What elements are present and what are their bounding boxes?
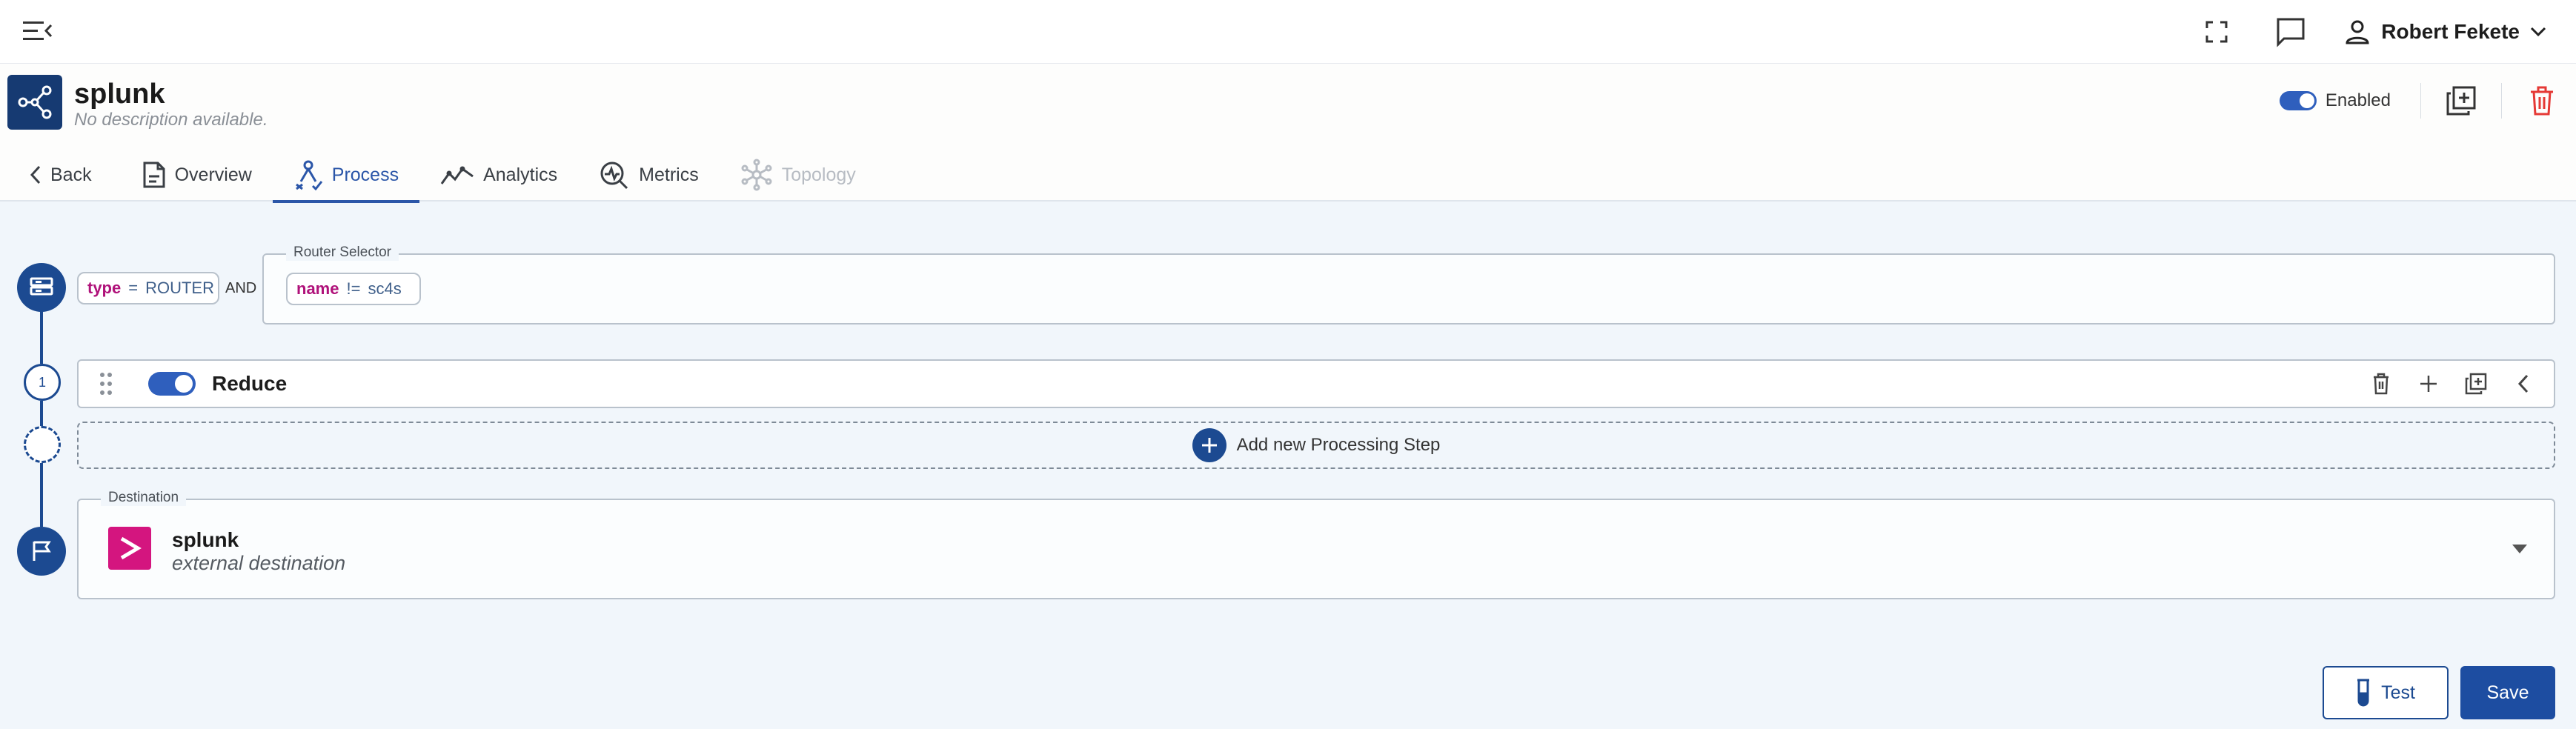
user-name: Robert Fekete [2381, 20, 2520, 43]
pipeline-header: splunk No description available. Enabled… [0, 64, 2576, 203]
step-number: 1 [24, 364, 61, 401]
chip-key: type [87, 279, 122, 297]
destination-field[interactable]: Destination splunk external destination [77, 490, 2555, 599]
save-label: Save [2486, 682, 2529, 703]
expand-chevron-icon[interactable] [2506, 367, 2540, 401]
add-icon[interactable] [2411, 367, 2446, 401]
header-actions: Enabled [2279, 64, 2576, 138]
router-selector-chip[interactable]: name != sc4s [286, 273, 421, 305]
divider [2420, 83, 2421, 119]
timeline-connector [40, 463, 43, 527]
topology-icon [741, 159, 772, 191]
process-icon [295, 160, 322, 190]
top-right-toolbar: Robert Fekete [2194, 0, 2576, 64]
chat-icon[interactable] [2268, 10, 2313, 54]
destination-flag-icon [17, 527, 66, 576]
chip-value: sc4s [368, 279, 402, 298]
menu-collapse-icon[interactable] [22, 16, 53, 46]
enabled-toggle[interactable]: Enabled [2279, 90, 2391, 111]
chip-value: ROUTER [145, 279, 214, 297]
destination-legend: Destination [101, 490, 187, 506]
timeline-connector [40, 401, 43, 426]
chip-operator: != [346, 279, 361, 298]
tab-label: Back [50, 164, 92, 185]
splunk-logo-icon [108, 527, 151, 570]
tab-label: Metrics [639, 164, 699, 185]
step-actions [2364, 367, 2554, 401]
test-button[interactable]: Test [2323, 666, 2449, 719]
and-label: AND [225, 280, 257, 296]
pipeline-title: splunk [74, 79, 165, 110]
chevron-left-icon [30, 165, 41, 184]
processing-step: Reduce [77, 359, 2555, 408]
enabled-switch[interactable] [2279, 91, 2317, 110]
user-menu[interactable]: Robert Fekete [2344, 19, 2576, 45]
analytics-icon [440, 166, 474, 184]
tab-label: Process [331, 164, 399, 185]
trash-icon[interactable] [2364, 367, 2398, 401]
user-icon [2346, 20, 2369, 44]
tab-back[interactable]: Back [0, 148, 122, 202]
add-step-label: Add new Processing Step [1236, 435, 1441, 455]
tab-label: Topology [781, 164, 856, 185]
tab-overview[interactable]: Overview [122, 148, 273, 202]
tab-label: Overview [174, 164, 252, 185]
tab-label: Analytics [483, 164, 558, 185]
chip-operator: = [128, 279, 139, 297]
tab-analytics[interactable]: Analytics [419, 148, 578, 202]
divider [2501, 83, 2502, 119]
document-icon [143, 162, 165, 188]
drag-handle-icon[interactable] [95, 369, 117, 399]
timeline-connector [40, 311, 43, 364]
add-processing-step-button[interactable]: Add new Processing Step [77, 422, 2555, 469]
fullscreen-icon[interactable] [2194, 10, 2239, 54]
pipeline-logo-icon [7, 75, 62, 130]
router-selector: Router Selector name != sc4s [262, 244, 2555, 324]
metrics-icon [600, 162, 628, 190]
source-node-icon [17, 263, 66, 312]
source-filter-chip[interactable]: type = ROUTER [77, 272, 219, 304]
save-button[interactable]: Save [2460, 666, 2555, 719]
plus-circle-icon [1192, 428, 1226, 462]
step-name: Reduce [212, 372, 288, 395]
tab-metrics[interactable]: Metrics [578, 148, 720, 202]
router-selector-legend: Router Selector [286, 244, 399, 261]
destination-subtitle: external destination [172, 552, 346, 574]
tab-process[interactable]: Process [272, 148, 420, 203]
clone-pipeline-icon[interactable] [2439, 79, 2483, 123]
delete-pipeline-icon[interactable] [2520, 79, 2564, 123]
new-step-node [24, 426, 61, 463]
top-bar: Robert Fekete [0, 0, 2576, 64]
tab-topology: Topology [720, 148, 877, 202]
destination-name: splunk [172, 528, 239, 551]
test-tube-icon [2357, 679, 2370, 707]
dropdown-caret-icon[interactable] [2506, 536, 2533, 562]
duplicate-icon[interactable] [2459, 367, 2493, 401]
pipeline-tabs: Back Overview Process Analytics Metrics … [0, 148, 877, 203]
enabled-label: Enabled [2325, 90, 2391, 110]
test-label: Test [2381, 682, 2415, 703]
chevron-down-icon [2530, 27, 2546, 37]
chip-key: name [296, 279, 339, 298]
step-enabled-switch[interactable] [148, 372, 196, 396]
pipeline-description: No description available. [74, 110, 268, 130]
